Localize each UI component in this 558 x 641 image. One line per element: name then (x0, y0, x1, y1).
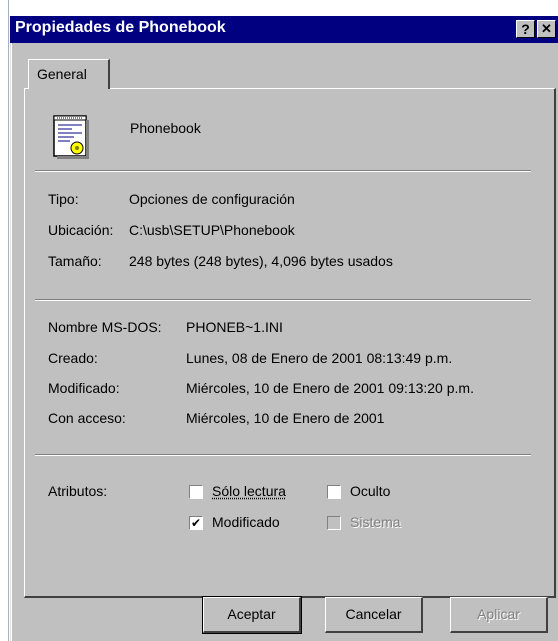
title-bar[interactable]: Propiedades de Phonebook ? ✕ (10, 16, 558, 43)
size-label: Tamaño: (48, 253, 102, 269)
msdos-name-label: Nombre MS-DOS: (48, 319, 162, 335)
modified-checkbox[interactable]: ✔ (189, 516, 203, 530)
type-value: Opciones de configuración (129, 191, 295, 207)
tab-general[interactable]: General (28, 59, 110, 89)
accessed-value: Miércoles, 10 de Enero de 2001 (186, 410, 385, 426)
window-title: Propiedades de Phonebook (15, 19, 226, 36)
location-label: Ubicación: (48, 222, 114, 238)
tab-general-label: General (37, 66, 87, 82)
separator (35, 299, 531, 301)
modified-value: Miércoles, 10 de Enero de 2001 09:13:20 … (186, 380, 474, 396)
size-value: 248 bytes (248 bytes), 4,096 bytes usado… (129, 253, 393, 269)
config-file-icon (53, 115, 89, 159)
file-name: Phonebook (130, 120, 201, 136)
close-button[interactable]: ✕ (537, 20, 556, 38)
background-edge (8, 0, 9, 641)
general-panel (24, 88, 556, 598)
hidden-label[interactable]: Oculto (350, 483, 390, 499)
created-value: Lunes, 08 de Enero de 2001 08:13:49 p.m. (186, 350, 453, 366)
msdos-name-value: PHONEB~1.INI (186, 319, 283, 335)
accessed-label: Con acceso: (48, 410, 126, 426)
properties-dialog: Propiedades de Phonebook ? ✕ General Pho… (10, 16, 558, 641)
help-button[interactable]: ? (516, 20, 535, 38)
hidden-checkbox[interactable] (327, 485, 341, 499)
readonly-label[interactable]: Sólo lectura (212, 483, 286, 499)
modified-attr-label[interactable]: Modificado (212, 514, 280, 530)
system-checkbox (327, 516, 341, 530)
separator (35, 170, 531, 172)
separator (35, 454, 531, 456)
ok-button[interactable]: Aceptar (202, 596, 302, 634)
cancel-button[interactable]: Cancelar (325, 597, 423, 633)
created-label: Creado: (48, 350, 98, 366)
location-value: C:\usb\SETUP\Phonebook (129, 222, 295, 238)
apply-button: Aplicar (450, 597, 548, 633)
readonly-checkbox[interactable] (189, 485, 203, 499)
system-label: Sistema (350, 514, 401, 530)
attributes-label: Atributos: (48, 483, 108, 499)
type-label: Tipo: (48, 191, 79, 207)
modified-label: Modificado: (48, 380, 120, 396)
